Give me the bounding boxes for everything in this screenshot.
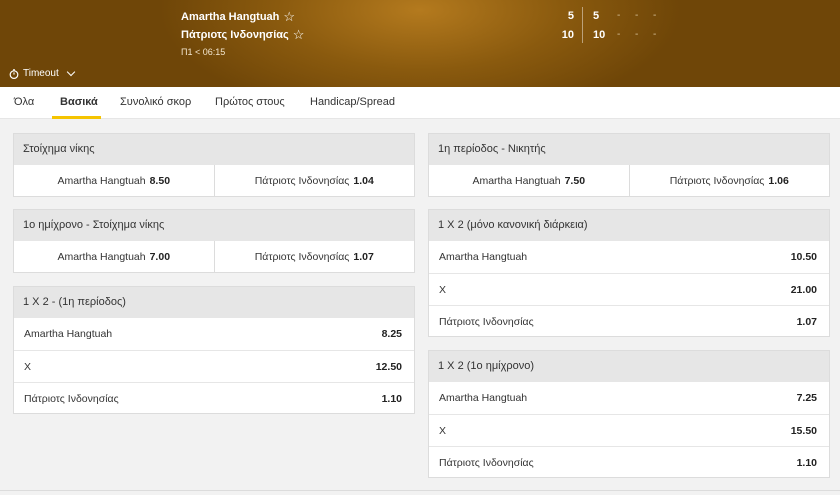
odd-value: 7.00 bbox=[149, 251, 171, 263]
timeout-label: Timeout bbox=[23, 68, 59, 79]
favorite-star-icon[interactable]: ☆ bbox=[283, 10, 295, 23]
odd-value: 8.50 bbox=[149, 175, 171, 187]
stopwatch-icon bbox=[9, 68, 19, 79]
market-title: 1η περίοδος - Νικητής bbox=[429, 134, 829, 165]
odd-button[interactable]: Πάτριοτς Ινδονησίας 1.06 bbox=[628, 165, 830, 197]
market-options: Amartha Hangtuah 7.50 Πάτριοτς Ινδονησία… bbox=[429, 165, 829, 197]
market-options: Amartha Hangtuah 7.00 Πάτριοτς Ινδονησία… bbox=[14, 241, 414, 273]
odd-value: 1.10 bbox=[381, 392, 402, 405]
team1-q3-score: - bbox=[635, 10, 639, 21]
market-options: Amartha Hangtuah 8.25 X 12.50 Πάτριοτς Ι… bbox=[14, 318, 414, 414]
odd-value: 7.25 bbox=[796, 392, 817, 404]
odd-button[interactable]: Πάτριοτς Ινδονησίας 1.04 bbox=[213, 165, 415, 197]
option-label: X bbox=[439, 424, 447, 437]
option-label: Πάτριοτς Ινδονησίας bbox=[254, 251, 350, 263]
market-first-half-winner: 1ο ημίχρονο - Στοίχημα νίκης Amartha Han… bbox=[13, 209, 415, 273]
odd-row[interactable]: Amartha Hangtuah 8.25 bbox=[14, 318, 414, 350]
period-clock: Π1 < 06:15 bbox=[181, 47, 226, 57]
odd-button[interactable]: Amartha Hangtuah 7.00 bbox=[14, 241, 214, 273]
odd-value: 10.50 bbox=[790, 251, 817, 263]
team2-q4-score: - bbox=[653, 29, 657, 40]
odd-row[interactable]: Πάτριοτς Ινδονησίας 1.10 bbox=[14, 382, 414, 414]
market-title: 1 X 2 - (1η περίοδος) bbox=[14, 287, 414, 318]
market-title: Στοίχημα νίκης bbox=[14, 134, 414, 165]
team1-q2-score: - bbox=[617, 10, 621, 21]
odd-button[interactable]: Amartha Hangtuah 8.50 bbox=[14, 165, 214, 197]
market-regular-1x2: 1 X 2 (μόνο κανονική διάρκεια) Amartha H… bbox=[428, 209, 830, 337]
option-label: Πάτριοτς Ινδονησίας bbox=[669, 175, 765, 187]
odd-value: 1.06 bbox=[768, 175, 789, 187]
active-tab-indicator bbox=[52, 116, 101, 119]
team2-q3-score: - bbox=[635, 29, 639, 40]
odd-value: 12.50 bbox=[375, 360, 402, 373]
market-half1-1x2: 1 X 2 (1ο ημίχρονο) Amartha Hangtuah 7.2… bbox=[428, 350, 830, 478]
option-label: Πάτριοτς Ινδονησίας bbox=[439, 456, 534, 469]
page-bottom-divider bbox=[0, 490, 840, 491]
market-title: 1 X 2 (μόνο κανονική διάρκεια) bbox=[429, 210, 829, 241]
odd-row[interactable]: Πάτριοτς Ινδονησίας 1.07 bbox=[429, 305, 829, 337]
score-divider bbox=[582, 7, 583, 43]
option-label: Amartha Hangtuah bbox=[57, 175, 146, 187]
odd-row[interactable]: Amartha Hangtuah 7.25 bbox=[429, 382, 829, 414]
team1-total-score: 5 bbox=[567, 10, 574, 22]
option-label: Amartha Hangtuah bbox=[439, 392, 528, 404]
market-title: 1ο ημίχρονο - Στοίχημα νίκης bbox=[14, 210, 414, 241]
odd-row[interactable]: Amartha Hangtuah 10.50 bbox=[429, 241, 829, 273]
odd-button[interactable]: Πάτριοτς Ινδονησίας 1.07 bbox=[213, 241, 415, 273]
option-label: X bbox=[439, 283, 447, 296]
odd-row[interactable]: X 12.50 bbox=[14, 350, 414, 382]
odd-value: 1.04 bbox=[353, 175, 374, 187]
option-label: Amartha Hangtuah bbox=[57, 251, 146, 263]
market-options: Amartha Hangtuah 7.25 X 15.50 Πάτριοτς Ι… bbox=[429, 382, 829, 478]
match-header: Amartha Hangtuah ☆ Πάτριοτς Ινδονησίας ☆… bbox=[0, 0, 840, 87]
market-period1-winner: 1η περίοδος - Νικητής Amartha Hangtuah 7… bbox=[428, 133, 830, 197]
market-options: Amartha Hangtuah 8.50 Πάτριοτς Ινδονησία… bbox=[14, 165, 414, 197]
odd-value: 1.07 bbox=[353, 251, 374, 263]
market-tabs: Όλα Βασικά Συνολικό σκορ Πρώτος στους Ha… bbox=[0, 87, 840, 119]
tab-total-score[interactable]: Συνολικό σκορ bbox=[120, 96, 191, 108]
team1-row: Amartha Hangtuah ☆ bbox=[181, 10, 295, 23]
tab-handicap[interactable]: Handicap/Spread bbox=[310, 96, 395, 108]
team1-name: Amartha Hangtuah bbox=[181, 10, 280, 23]
option-label: Amartha Hangtuah bbox=[472, 175, 561, 187]
odd-value: 1.07 bbox=[796, 315, 817, 328]
option-label: Amartha Hangtuah bbox=[24, 328, 113, 340]
odd-value: 1.10 bbox=[796, 456, 817, 469]
option-label: Πάτριοτς Ινδονησίας bbox=[439, 315, 534, 328]
team1-q4-score: - bbox=[653, 10, 657, 21]
option-label: Πάτριοτς Ινδονησίας bbox=[254, 175, 350, 187]
odd-button[interactable]: Amartha Hangtuah 7.50 bbox=[429, 165, 629, 197]
chevron-down-icon bbox=[66, 67, 76, 77]
market-title: 1 X 2 (1ο ημίχρονο) bbox=[429, 351, 829, 382]
tab-main[interactable]: Βασικά bbox=[60, 96, 98, 108]
market-period1-1x2: 1 X 2 - (1η περίοδος) Amartha Hangtuah 8… bbox=[13, 286, 415, 414]
team2-total-score: 10 bbox=[561, 29, 574, 41]
tab-all[interactable]: Όλα bbox=[14, 96, 34, 108]
odd-value: 15.50 bbox=[790, 424, 817, 437]
odd-row[interactable]: X 21.00 bbox=[429, 273, 829, 305]
odd-row[interactable]: Πάτριοτς Ινδονησίας 1.10 bbox=[429, 446, 829, 478]
favorite-star-icon[interactable]: ☆ bbox=[293, 28, 305, 41]
option-label: X bbox=[24, 360, 32, 373]
team2-row: Πάτριοτς Ινδονησίας ☆ bbox=[181, 28, 304, 41]
option-label: Πάτριοτς Ινδονησίας bbox=[24, 392, 119, 405]
tab-first-to[interactable]: Πρώτος στους bbox=[215, 96, 285, 108]
odd-value: 21.00 bbox=[790, 283, 817, 296]
team1-q1-score: 5 bbox=[593, 10, 600, 22]
market-options: Amartha Hangtuah 10.50 X 21.00 Πάτριοτς … bbox=[429, 241, 829, 337]
team2-q1-score: 10 bbox=[593, 29, 606, 41]
option-label: Amartha Hangtuah bbox=[439, 251, 528, 263]
team2-q2-score: - bbox=[617, 29, 621, 40]
timeout-dropdown[interactable]: Timeout bbox=[9, 67, 76, 79]
team2-name: Πάτριοτς Ινδονησίας bbox=[181, 28, 289, 41]
market-winner: Στοίχημα νίκης Amartha Hangtuah 8.50 Πάτ… bbox=[13, 133, 415, 197]
odd-value: 8.25 bbox=[381, 328, 402, 340]
odd-row[interactable]: X 15.50 bbox=[429, 414, 829, 446]
odd-value: 7.50 bbox=[564, 175, 586, 187]
